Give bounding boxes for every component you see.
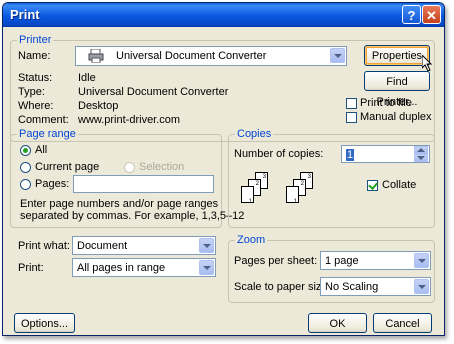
page-range-group-label: Page range bbox=[17, 128, 78, 140]
dialog-body: Printer Name: Universal Document Convert… bbox=[3, 27, 444, 335]
selection-label[interactable]: Selection bbox=[139, 161, 184, 173]
page-icon: 1 bbox=[241, 186, 254, 205]
copies-up-icon[interactable] bbox=[414, 146, 428, 154]
print-what-value: Document bbox=[77, 240, 128, 252]
number-of-copies-label: Number of copies: bbox=[234, 148, 324, 160]
type-value: Universal Document Converter bbox=[78, 86, 229, 98]
copies-group-label: Copies bbox=[235, 128, 274, 140]
window-title: Print bbox=[10, 7, 40, 22]
number-of-copies-input[interactable]: 1 bbox=[341, 145, 430, 163]
number-of-copies-value: 1 bbox=[346, 149, 355, 161]
pages-per-sheet-value: 1 page bbox=[325, 255, 359, 267]
pages-radio[interactable] bbox=[20, 179, 31, 190]
where-label: Where: bbox=[18, 100, 54, 112]
where-value: Desktop bbox=[78, 100, 119, 112]
print-label: Print: bbox=[18, 262, 44, 274]
status-value: Idle bbox=[78, 72, 96, 84]
print-to-file-checkbox[interactable] bbox=[346, 98, 357, 109]
manual-duplex-checkbox[interactable] bbox=[346, 112, 357, 123]
print-value: All pages in range bbox=[77, 262, 166, 274]
pages-per-sheet-label: Pages per sheet: bbox=[234, 255, 318, 267]
selection-radio[interactable] bbox=[124, 162, 135, 173]
pages-label[interactable]: Pages: bbox=[35, 178, 69, 190]
properties-button[interactable]: Properties bbox=[364, 45, 430, 66]
chevron-down-icon[interactable] bbox=[414, 253, 429, 268]
print-dialog: Print ? ✕ Printer Name: Universal Docume… bbox=[2, 2, 445, 336]
copies-down-icon[interactable] bbox=[414, 154, 428, 162]
chevron-down-icon[interactable] bbox=[199, 260, 214, 275]
title-bar[interactable]: Print ? ✕ bbox=[3, 3, 444, 27]
chevron-down-icon[interactable] bbox=[414, 279, 429, 294]
collate-label[interactable]: Collate bbox=[382, 179, 416, 191]
collate-checkbox[interactable] bbox=[367, 180, 378, 191]
chevron-down-icon[interactable] bbox=[199, 238, 214, 253]
scale-to-paper-size-select[interactable]: No Scaling bbox=[320, 277, 431, 296]
print-what-select[interactable]: Document bbox=[72, 236, 216, 255]
scale-to-paper-size-label: Scale to paper size: bbox=[234, 281, 331, 293]
pages-input[interactable] bbox=[73, 175, 214, 193]
printer-name-select[interactable]: Universal Document Converter bbox=[75, 46, 347, 66]
zoom-group-label: Zoom bbox=[235, 234, 268, 246]
page-range-help-line2: separated by commas. For example, 1,3,5–… bbox=[20, 210, 245, 222]
printer-name-label: Name: bbox=[18, 50, 51, 62]
comment-label: Comment: bbox=[18, 114, 69, 126]
print-to-file-label[interactable]: Print to file bbox=[360, 97, 412, 109]
page-icon: 1 bbox=[286, 186, 299, 205]
printer-icon bbox=[88, 48, 104, 64]
cancel-button[interactable]: Cancel bbox=[373, 313, 432, 333]
print-select[interactable]: All pages in range bbox=[72, 258, 216, 277]
find-printer-button[interactable]: Find Printer... bbox=[364, 71, 430, 108]
type-label: Type: bbox=[18, 86, 45, 98]
printer-name-value: Universal Document Converter bbox=[116, 50, 267, 62]
status-label: Status: bbox=[18, 72, 53, 84]
help-button[interactable]: ? bbox=[402, 5, 421, 24]
close-button[interactable]: ✕ bbox=[422, 5, 441, 24]
chevron-down-icon[interactable] bbox=[330, 48, 345, 63]
options-button[interactable]: Options... bbox=[14, 313, 75, 333]
scale-to-paper-size-value: No Scaling bbox=[325, 281, 379, 293]
manual-duplex-label[interactable]: Manual duplex bbox=[360, 111, 432, 123]
page-range-help-line1: Enter page numbers and/or page ranges bbox=[20, 198, 219, 210]
current-page-radio[interactable] bbox=[20, 162, 31, 173]
ok-button[interactable]: OK bbox=[308, 313, 367, 333]
all-pages-label[interactable]: All bbox=[35, 144, 47, 156]
print-what-label: Print what: bbox=[18, 240, 70, 252]
current-page-label[interactable]: Current page bbox=[35, 161, 99, 173]
pages-per-sheet-select[interactable]: 1 page bbox=[320, 251, 431, 270]
printer-group-label: Printer bbox=[17, 34, 54, 46]
all-pages-radio[interactable] bbox=[20, 145, 31, 156]
comment-value: www.print-driver.com bbox=[78, 114, 181, 126]
